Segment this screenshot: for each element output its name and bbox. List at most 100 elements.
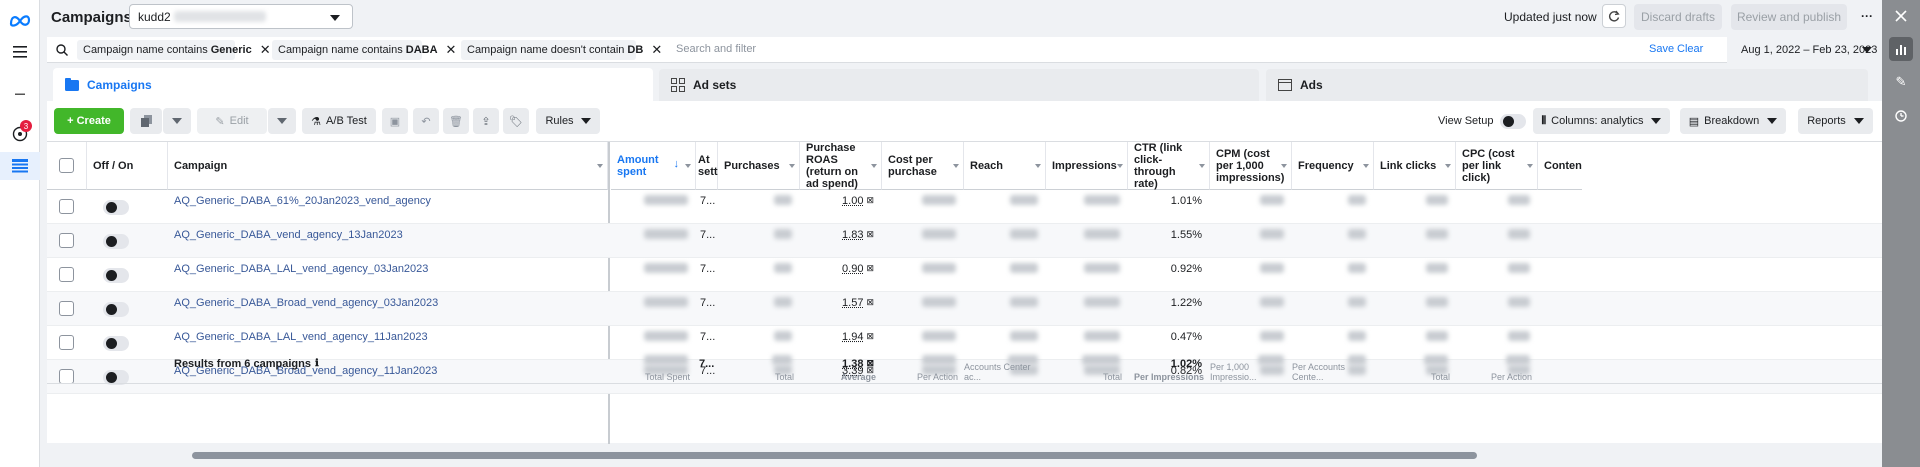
- tab-ads[interactable]: Ads: [1266, 69, 1868, 101]
- frequency-value: [1292, 190, 1374, 224]
- link-clicks-value: [1374, 258, 1456, 292]
- more-options-button[interactable]: ···: [1855, 4, 1879, 28]
- col-content-views[interactable]: Content vi: [1538, 142, 1582, 190]
- info-icon[interactable]: ℹ: [315, 358, 319, 369]
- more-icon: ···: [1861, 9, 1873, 23]
- menu-icon[interactable]: [0, 38, 40, 66]
- meta-logo-icon[interactable]: [0, 6, 40, 34]
- col-attribution-setting[interactable]: At sett: [696, 142, 718, 190]
- campaign-name-link[interactable]: AQ_Generic_DABA_vend_agency_13Jan2023: [174, 224, 403, 258]
- ctr-value: 0.92%: [1170, 263, 1202, 275]
- campaign-name-link[interactable]: AQ_Generic_DABA_61%_20Jan2023_vend_agenc…: [174, 190, 431, 224]
- create-button[interactable]: + Create: [54, 108, 124, 134]
- notification-badge: 3: [20, 120, 32, 132]
- edit-button[interactable]: ✎ Edit: [197, 108, 267, 134]
- col-link-clicks[interactable]: Link clicks: [1374, 142, 1456, 190]
- impressions-value: [1046, 292, 1128, 326]
- col-purchases[interactable]: Purchases: [718, 142, 800, 190]
- chevron-down-icon: [1853, 118, 1864, 124]
- campaign-toggle[interactable]: [103, 258, 129, 292]
- col-cpm[interactable]: CPM (cost per 1,000 impressions): [1210, 142, 1292, 190]
- close-icon[interactable]: ✕: [446, 42, 457, 58]
- ab-test-button[interactable]: ⚗ A/B Test: [302, 108, 376, 134]
- clipboard-button[interactable]: ▣: [382, 108, 408, 134]
- tab-ad-sets[interactable]: Ad sets: [659, 69, 1259, 101]
- filter-bar: Campaign name contains Generic ✕ Campaign …: [47, 37, 1727, 63]
- close-icon[interactable]: ✕: [260, 42, 271, 58]
- refresh-button[interactable]: [1602, 4, 1626, 28]
- delete-button[interactable]: 🗑: [443, 108, 469, 134]
- col-impressions[interactable]: Impressions: [1046, 142, 1128, 190]
- col-off-on[interactable]: Off / On: [87, 142, 168, 190]
- impressions-value: [1046, 224, 1128, 258]
- duplicate-button[interactable]: [130, 108, 162, 134]
- filter-chip[interactable]: Campaign name doesn't contain DB ✕: [461, 40, 662, 60]
- campaign-name-link[interactable]: AQ_Generic_DABA_LAL_vend_agency_03Jan202…: [174, 258, 428, 292]
- cpc-value: [1456, 292, 1538, 326]
- export-button[interactable]: ⇪: [473, 108, 499, 134]
- col-campaign[interactable]: Campaign: [168, 142, 608, 190]
- save-filter-link[interactable]: Save: [1649, 43, 1674, 55]
- cpm-value: [1210, 258, 1292, 292]
- table-row[interactable]: AQ_Generic_DABA_vend_agency_13Jan2023 7..…: [47, 224, 1882, 258]
- tag-button[interactable]: 🏷: [503, 108, 529, 134]
- trash-icon: 🗑: [449, 115, 463, 128]
- link-clicks-value: [1374, 292, 1456, 326]
- ads-manager-table-icon[interactable]: [0, 152, 40, 180]
- view-setup-toggle[interactable]: [1500, 114, 1526, 129]
- discard-drafts-button[interactable]: Discard drafts: [1634, 4, 1722, 30]
- view-setup-label: View Setup: [1438, 115, 1494, 127]
- avg-roas: 1.38 ⊠ Average: [840, 358, 876, 382]
- pencil-icon[interactable]: ✎: [1889, 70, 1913, 94]
- col-cpc[interactable]: CPC (cost per link click): [1456, 142, 1538, 190]
- tab-campaigns[interactable]: Campaigns: [53, 68, 653, 101]
- col-frequency[interactable]: Frequency: [1292, 142, 1374, 190]
- reports-button[interactable]: Reports: [1798, 108, 1873, 134]
- amount-spent-value: [611, 258, 696, 292]
- account-selector[interactable]: kudd2: [129, 4, 353, 29]
- search-input[interactable]: Search and filter: [676, 43, 756, 55]
- campaign-name-link[interactable]: AQ_Generic_DABA_Broad_vend_agency_03Jan2…: [174, 292, 438, 326]
- attribution-value: 7...: [700, 263, 716, 275]
- filter-chip[interactable]: Campaign name contains Generic ✕: [77, 40, 271, 60]
- col-purchase-roas[interactable]: Purchase ROAS (return on ad spend): [800, 142, 882, 190]
- col-cost-per-purchase[interactable]: Cost per purchase: [882, 142, 964, 190]
- row-checkbox[interactable]: [59, 258, 74, 292]
- account-avatar[interactable]: ▬▬: [0, 80, 40, 108]
- campaign-toggle[interactable]: [103, 190, 129, 224]
- notifications-icon[interactable]: 3: [0, 120, 40, 148]
- rules-button[interactable]: Rules: [536, 108, 600, 134]
- ctr-value: 1.22%: [1170, 297, 1202, 309]
- undo-button[interactable]: ↶: [413, 108, 439, 134]
- table-row[interactable]: AQ_Generic_DABA_LAL_vend_agency_03Jan202…: [47, 258, 1882, 292]
- campaign-toggle[interactable]: [103, 292, 129, 326]
- col-amount-spent[interactable]: Amount spent ↓: [611, 142, 696, 190]
- row-checkbox[interactable]: [59, 190, 74, 224]
- breakdown-button[interactable]: ▤ Breakdown: [1680, 108, 1786, 134]
- action-toolbar: + Create ✎ Edit ⚗ A/B Test ▣ ↶ 🗑 ⇪ 🏷 Rules…: [47, 101, 1882, 141]
- row-checkbox[interactable]: [59, 224, 74, 258]
- col-ctr[interactable]: CTR (link click-through rate): [1128, 142, 1210, 190]
- history-icon[interactable]: [1889, 104, 1913, 128]
- row-checkbox[interactable]: [59, 292, 74, 326]
- duplicate-menu-button[interactable]: [163, 108, 191, 134]
- date-range-picker[interactable]: Aug 1, 2022 – Feb 23, 2023: [1727, 37, 1882, 63]
- select-all-checkbox[interactable]: [47, 142, 87, 190]
- col-reach[interactable]: Reach: [964, 142, 1046, 190]
- purchases-value: [718, 190, 800, 224]
- campaigns-table: Off / On Campaign Amount spent ↓ At sett …: [47, 141, 1882, 444]
- columns-button[interactable]: ⫴ Columns: analytics: [1533, 108, 1670, 134]
- campaign-toggle[interactable]: [103, 224, 129, 258]
- roas-value: 1.57 ⊠: [842, 297, 874, 309]
- edit-menu-button[interactable]: [268, 108, 296, 134]
- close-icon[interactable]: ✕: [651, 42, 662, 58]
- table-row[interactable]: AQ_Generic_DABA_61%_20Jan2023_vend_agenc…: [47, 190, 1882, 224]
- horizontal-scrollbar[interactable]: [192, 452, 1477, 459]
- clear-filter-link[interactable]: Clear: [1677, 43, 1703, 55]
- impressions-value: [1046, 258, 1128, 292]
- charts-icon[interactable]: [1889, 37, 1913, 61]
- close-icon[interactable]: [1889, 4, 1913, 28]
- review-and-publish-button[interactable]: Review and publish: [1731, 4, 1847, 30]
- table-row[interactable]: AQ_Generic_DABA_Broad_vend_agency_03Jan2…: [47, 292, 1882, 326]
- filter-chip[interactable]: Campaign name contains DABA ✕: [272, 40, 456, 60]
